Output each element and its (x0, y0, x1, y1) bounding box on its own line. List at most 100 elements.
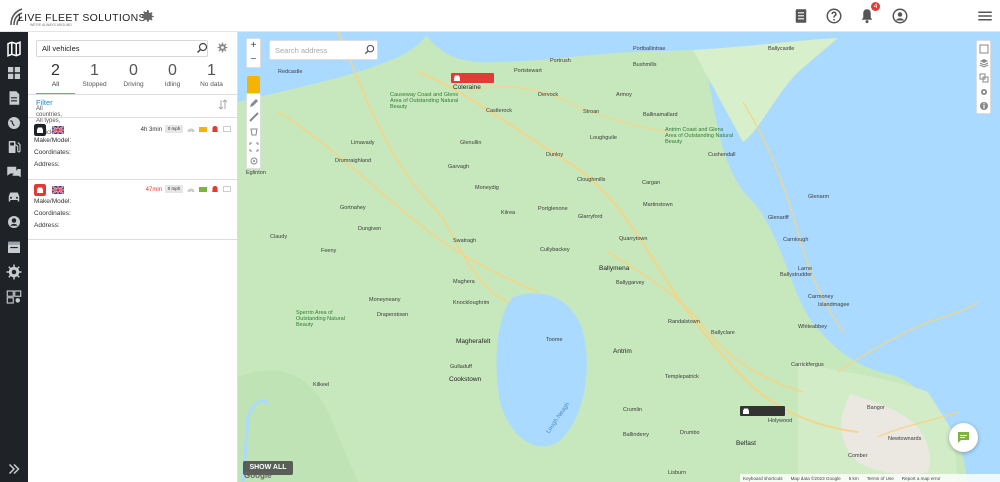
alert-bell-icon (212, 126, 218, 132)
hamburger-menu-icon[interactable] (976, 7, 994, 25)
vehicle-search-input[interactable]: All vehicles (36, 40, 208, 57)
vehicle-row[interactable]: 4h 3min 0 mph Make/Model: Coordinates: A… (28, 124, 237, 184)
map-data-text: Map data ©2023 Google (790, 475, 841, 481)
search-icon[interactable] (196, 42, 208, 54)
count-no-data[interactable]: 1 No data (192, 62, 231, 92)
map-label: Ballystrudder (780, 272, 813, 278)
keyboard-shortcuts-link[interactable]: Keyboard shortcuts (743, 476, 783, 481)
map-label: Lisburn (668, 470, 687, 476)
map-label: Cookstown (449, 376, 482, 383)
zoom-out-button[interactable]: − (247, 53, 260, 67)
map-label: Bangor (867, 405, 885, 411)
map-label: Islandmagee (818, 302, 850, 308)
map-label: Causeway Coast and Glens Area of Outstan… (390, 92, 459, 110)
pencil-icon[interactable] (249, 98, 259, 108)
reports-settings-icon[interactable] (5, 288, 23, 306)
map-label: Whiteabbey (798, 324, 828, 330)
count-number: 2 (51, 62, 60, 79)
map-type-icon[interactable] (979, 44, 989, 54)
map-label: Belfast (736, 440, 756, 447)
vehicles-icon[interactable] (5, 188, 23, 206)
report-error-link[interactable]: Report a map error (902, 476, 941, 481)
ruler-icon[interactable] (249, 112, 259, 122)
count-stopped[interactable]: 1 Stopped (75, 62, 114, 92)
map-icon[interactable] (5, 40, 23, 58)
vehicle-row[interactable]: 47min 0 mph Make/Model: Coordinates: Add… (28, 184, 237, 244)
panel-settings-icon[interactable] (216, 41, 229, 54)
comment-icon[interactable] (223, 126, 231, 133)
map-label: Stroan (583, 109, 600, 115)
map-label: Draperstown (377, 312, 409, 318)
count-driving[interactable]: 0 Driving (114, 62, 153, 92)
map-label: Coleraine (453, 84, 481, 91)
account-icon[interactable] (891, 7, 909, 25)
map-label: Claudy (270, 234, 288, 240)
expand-nav-icon[interactable] (5, 460, 23, 478)
drivers-icon[interactable] (5, 213, 23, 231)
map-label: Limavady (351, 140, 375, 146)
zoom-in-button[interactable]: + (247, 39, 260, 53)
terms-link[interactable]: Terms of Use (867, 476, 894, 481)
divider (28, 239, 237, 240)
stopped-duration: 47min (145, 187, 162, 193)
signal-icon (187, 128, 195, 133)
locate-icon[interactable] (249, 156, 259, 166)
messages-icon[interactable] (5, 163, 23, 181)
divider (28, 94, 237, 95)
map-label: Dunloy (546, 152, 564, 158)
info-icon[interactable] (979, 101, 989, 111)
map-label: Comber (848, 453, 868, 459)
map-label: Loughguile (590, 135, 617, 141)
map-label: Maghera (453, 279, 475, 285)
calendar-icon[interactable] (5, 238, 23, 256)
map-label: Ballygarvey (616, 280, 645, 286)
search-icon[interactable] (364, 44, 375, 55)
help-icon[interactable] (825, 7, 843, 25)
fuel-icon[interactable] (5, 138, 23, 156)
make-model-label: Make/Model: (34, 198, 72, 205)
vehicle-icon (34, 184, 46, 196)
address-search-input[interactable]: Search address (269, 40, 378, 60)
admin-settings-icon[interactable] (5, 263, 23, 281)
layers-icon[interactable] (979, 58, 989, 68)
scale-label: 5 km (848, 475, 859, 481)
address-label: Address: (34, 222, 60, 229)
chat-button[interactable] (949, 423, 978, 452)
map-label: Dungiven (358, 226, 382, 232)
sort-icon[interactable] (218, 99, 228, 110)
map-settings-icon[interactable] (979, 87, 989, 97)
map-label: Eglinton (246, 170, 266, 176)
comment-icon[interactable] (223, 186, 231, 193)
battery-icon (199, 127, 207, 132)
map-label: Drumbo (680, 430, 700, 436)
count-all[interactable]: 2 All (36, 62, 75, 95)
reports-icon[interactable] (792, 7, 810, 25)
map-label: Larne (798, 266, 813, 272)
map-label: Glenarm (808, 194, 830, 200)
coordinates-label: Coordinates: (34, 149, 71, 156)
map-label: Portballintrae (633, 46, 666, 52)
notification-badge: 4 (871, 2, 880, 11)
map-view[interactable]: Redcastle Portstewart Portrush Portballi… (238, 32, 1000, 482)
globe-icon[interactable] (5, 114, 23, 132)
uk-flag-icon (52, 126, 64, 134)
polygon-icon[interactable] (249, 127, 259, 137)
count-idling[interactable]: 0 Idling (153, 62, 192, 92)
dashboard-icon[interactable] (5, 64, 23, 82)
map-label: Swatragh (453, 238, 477, 244)
chat-icon (958, 432, 969, 443)
map-label: Carrickfergus (791, 362, 824, 368)
settings-gear-icon[interactable] (138, 7, 156, 25)
coordinates-label: Coordinates: (34, 210, 71, 217)
geofence-icon[interactable] (979, 73, 989, 83)
map-label: Sperrin Area of Outstanding Natural Beau… (296, 310, 345, 328)
map-label: Garvagh (448, 164, 470, 170)
map-label: Gortnahey (340, 205, 366, 211)
map-label: Carmoney (808, 294, 834, 300)
documents-icon[interactable] (5, 89, 23, 107)
map-layer-tools (976, 40, 991, 114)
vehicle-panel: All vehicles 2 All 1 Stopped 0 Driving 0 Idl… (28, 32, 238, 482)
map-label: Holywood (768, 418, 793, 424)
fullscreen-icon[interactable] (249, 142, 259, 152)
street-view-pegman-icon[interactable] (247, 76, 260, 94)
